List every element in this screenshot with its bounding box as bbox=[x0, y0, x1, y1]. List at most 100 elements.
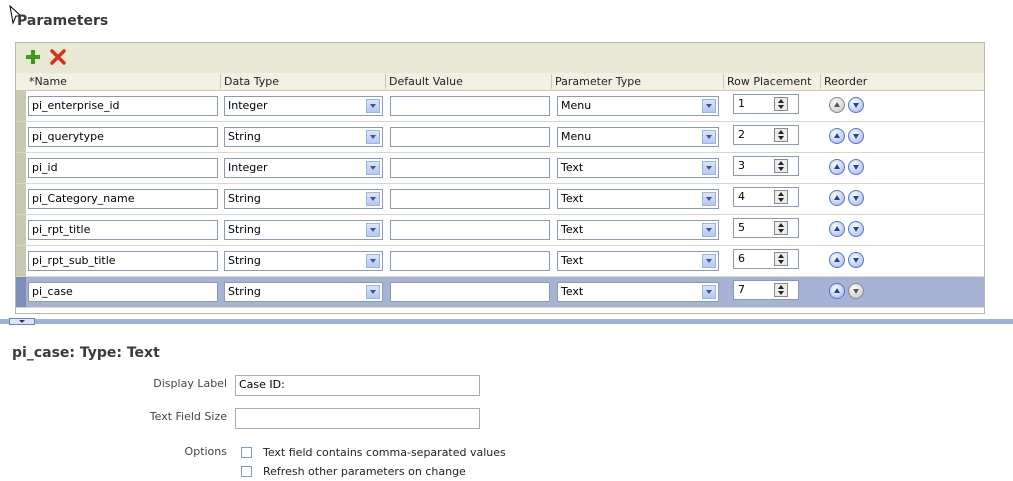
splitter-bar[interactable] bbox=[0, 319, 1013, 324]
column-header-reorder[interactable]: Reorder bbox=[820, 74, 984, 89]
chevron-down-icon[interactable] bbox=[702, 254, 716, 268]
row-placement-stepper[interactable]: 3 bbox=[733, 156, 799, 176]
text-field-size-input[interactable] bbox=[235, 408, 480, 429]
row-placement-value: 5 bbox=[738, 221, 745, 234]
move-down-icon[interactable] bbox=[848, 190, 864, 206]
comma-separated-checkbox[interactable] bbox=[241, 447, 252, 458]
move-up-icon[interactable] bbox=[829, 221, 845, 237]
column-header-parameter-type[interactable]: Parameter Type bbox=[551, 74, 723, 89]
parameter-type-select[interactable]: Text bbox=[557, 158, 719, 178]
comma-separated-label: Text field contains comma-separated valu… bbox=[263, 446, 506, 459]
row-handle[interactable] bbox=[16, 91, 26, 121]
move-down-icon[interactable] bbox=[848, 128, 864, 144]
collapse-toggle-icon[interactable] bbox=[9, 318, 35, 325]
stepper-arrows-icon[interactable] bbox=[774, 128, 788, 142]
move-down-icon[interactable] bbox=[848, 97, 864, 113]
parameter-type-select[interactable]: Text bbox=[557, 189, 719, 209]
chevron-down-icon[interactable] bbox=[702, 223, 716, 237]
row-placement-stepper[interactable]: 5 bbox=[733, 218, 799, 238]
move-up-icon[interactable] bbox=[829, 159, 845, 175]
row-placement-stepper[interactable]: 6 bbox=[733, 249, 799, 269]
move-up-icon[interactable] bbox=[829, 128, 845, 144]
data-type-select[interactable]: String bbox=[224, 282, 383, 302]
move-down-icon[interactable] bbox=[848, 252, 864, 268]
chevron-down-icon[interactable] bbox=[366, 192, 380, 206]
move-down-icon[interactable] bbox=[848, 221, 864, 237]
row-placement-value: 1 bbox=[738, 97, 745, 110]
chevron-down-icon[interactable] bbox=[702, 161, 716, 175]
default-value-input[interactable] bbox=[390, 282, 550, 302]
row-placement-stepper[interactable]: 2 bbox=[733, 125, 799, 145]
default-value-input[interactable] bbox=[390, 220, 550, 240]
stepper-arrows-icon[interactable] bbox=[774, 190, 788, 204]
move-down-icon[interactable] bbox=[848, 159, 864, 175]
stepper-arrows-icon[interactable] bbox=[774, 283, 788, 297]
data-type-select[interactable]: String bbox=[224, 127, 383, 147]
name-input[interactable]: pi_rpt_sub_title bbox=[28, 251, 218, 271]
parameter-type-select[interactable]: Menu bbox=[557, 96, 719, 116]
chevron-down-icon[interactable] bbox=[702, 99, 716, 113]
row-handle[interactable] bbox=[16, 215, 26, 245]
chevron-down-icon[interactable] bbox=[366, 99, 380, 113]
data-type-select[interactable]: String bbox=[224, 189, 383, 209]
default-value-input[interactable] bbox=[390, 127, 550, 147]
stepper-arrows-icon[interactable] bbox=[774, 97, 788, 111]
name-input[interactable]: pi_case bbox=[28, 282, 218, 302]
data-type-select[interactable]: Integer bbox=[224, 96, 383, 116]
row-placement-stepper[interactable]: 7 bbox=[733, 280, 799, 300]
move-up-icon[interactable] bbox=[829, 97, 845, 113]
chevron-down-icon[interactable] bbox=[366, 161, 380, 175]
move-up-icon[interactable] bbox=[829, 190, 845, 206]
display-label-label: Display Label bbox=[153, 377, 227, 390]
chevron-down-icon[interactable] bbox=[366, 223, 380, 237]
name-input[interactable]: pi_querytype bbox=[28, 127, 218, 147]
table-toolbar bbox=[16, 43, 984, 74]
chevron-down-icon[interactable] bbox=[702, 285, 716, 299]
default-value-input[interactable] bbox=[390, 251, 550, 271]
column-header-row-placement[interactable]: Row Placement bbox=[723, 74, 820, 89]
name-input[interactable]: pi_Category_name bbox=[28, 189, 218, 209]
row-placement-stepper[interactable]: 4 bbox=[733, 187, 799, 207]
stepper-arrows-icon[interactable] bbox=[774, 252, 788, 266]
move-down-icon[interactable] bbox=[848, 283, 864, 299]
chevron-down-icon[interactable] bbox=[702, 192, 716, 206]
row-handle[interactable] bbox=[16, 277, 26, 307]
chevron-down-icon[interactable] bbox=[702, 130, 716, 144]
parameter-type-select[interactable]: Menu bbox=[557, 127, 719, 147]
row-handle[interactable] bbox=[16, 122, 26, 152]
chevron-down-icon[interactable] bbox=[366, 285, 380, 299]
column-header-name[interactable]: *Name bbox=[26, 74, 220, 89]
default-value-input[interactable] bbox=[390, 158, 550, 178]
parameter-type-select[interactable]: Text bbox=[557, 282, 719, 302]
column-header-data-type[interactable]: Data Type bbox=[220, 74, 385, 89]
data-type-select[interactable]: Integer bbox=[224, 158, 383, 178]
move-up-icon[interactable] bbox=[829, 252, 845, 268]
move-up-icon[interactable] bbox=[829, 283, 845, 299]
row-handle[interactable] bbox=[16, 153, 26, 183]
row-placement-value: 3 bbox=[738, 159, 745, 172]
data-type-select[interactable]: String bbox=[224, 251, 383, 271]
chevron-down-icon[interactable] bbox=[366, 130, 380, 144]
stepper-arrows-icon[interactable] bbox=[774, 221, 788, 235]
chevron-down-icon[interactable] bbox=[366, 254, 380, 268]
column-header-default-value[interactable]: Default Value bbox=[385, 74, 551, 89]
refresh-parameters-checkbox[interactable] bbox=[241, 466, 252, 477]
plus-icon[interactable] bbox=[25, 49, 41, 65]
default-value-input[interactable] bbox=[390, 189, 550, 209]
name-input[interactable]: pi_id bbox=[28, 158, 218, 178]
text-field-size-label: Text Field Size bbox=[149, 410, 227, 423]
default-value-input[interactable] bbox=[390, 96, 550, 116]
stepper-arrows-icon[interactable] bbox=[774, 159, 788, 173]
name-input[interactable]: pi_enterprise_id bbox=[28, 96, 218, 116]
parameter-type-select[interactable]: Text bbox=[557, 251, 719, 271]
name-input[interactable]: pi_rpt_title bbox=[28, 220, 218, 240]
x-delete-icon[interactable] bbox=[50, 49, 66, 65]
row-handle[interactable] bbox=[16, 246, 26, 276]
row-placement-stepper[interactable]: 1 bbox=[733, 94, 799, 114]
data-type-value: Integer bbox=[228, 99, 268, 112]
row-handle[interactable] bbox=[16, 184, 26, 214]
data-type-select[interactable]: String bbox=[224, 220, 383, 240]
parameter-type-select[interactable]: Text bbox=[557, 220, 719, 240]
display-label-input[interactable]: Case ID: bbox=[235, 375, 480, 396]
parameter-type-value: Text bbox=[561, 161, 584, 174]
